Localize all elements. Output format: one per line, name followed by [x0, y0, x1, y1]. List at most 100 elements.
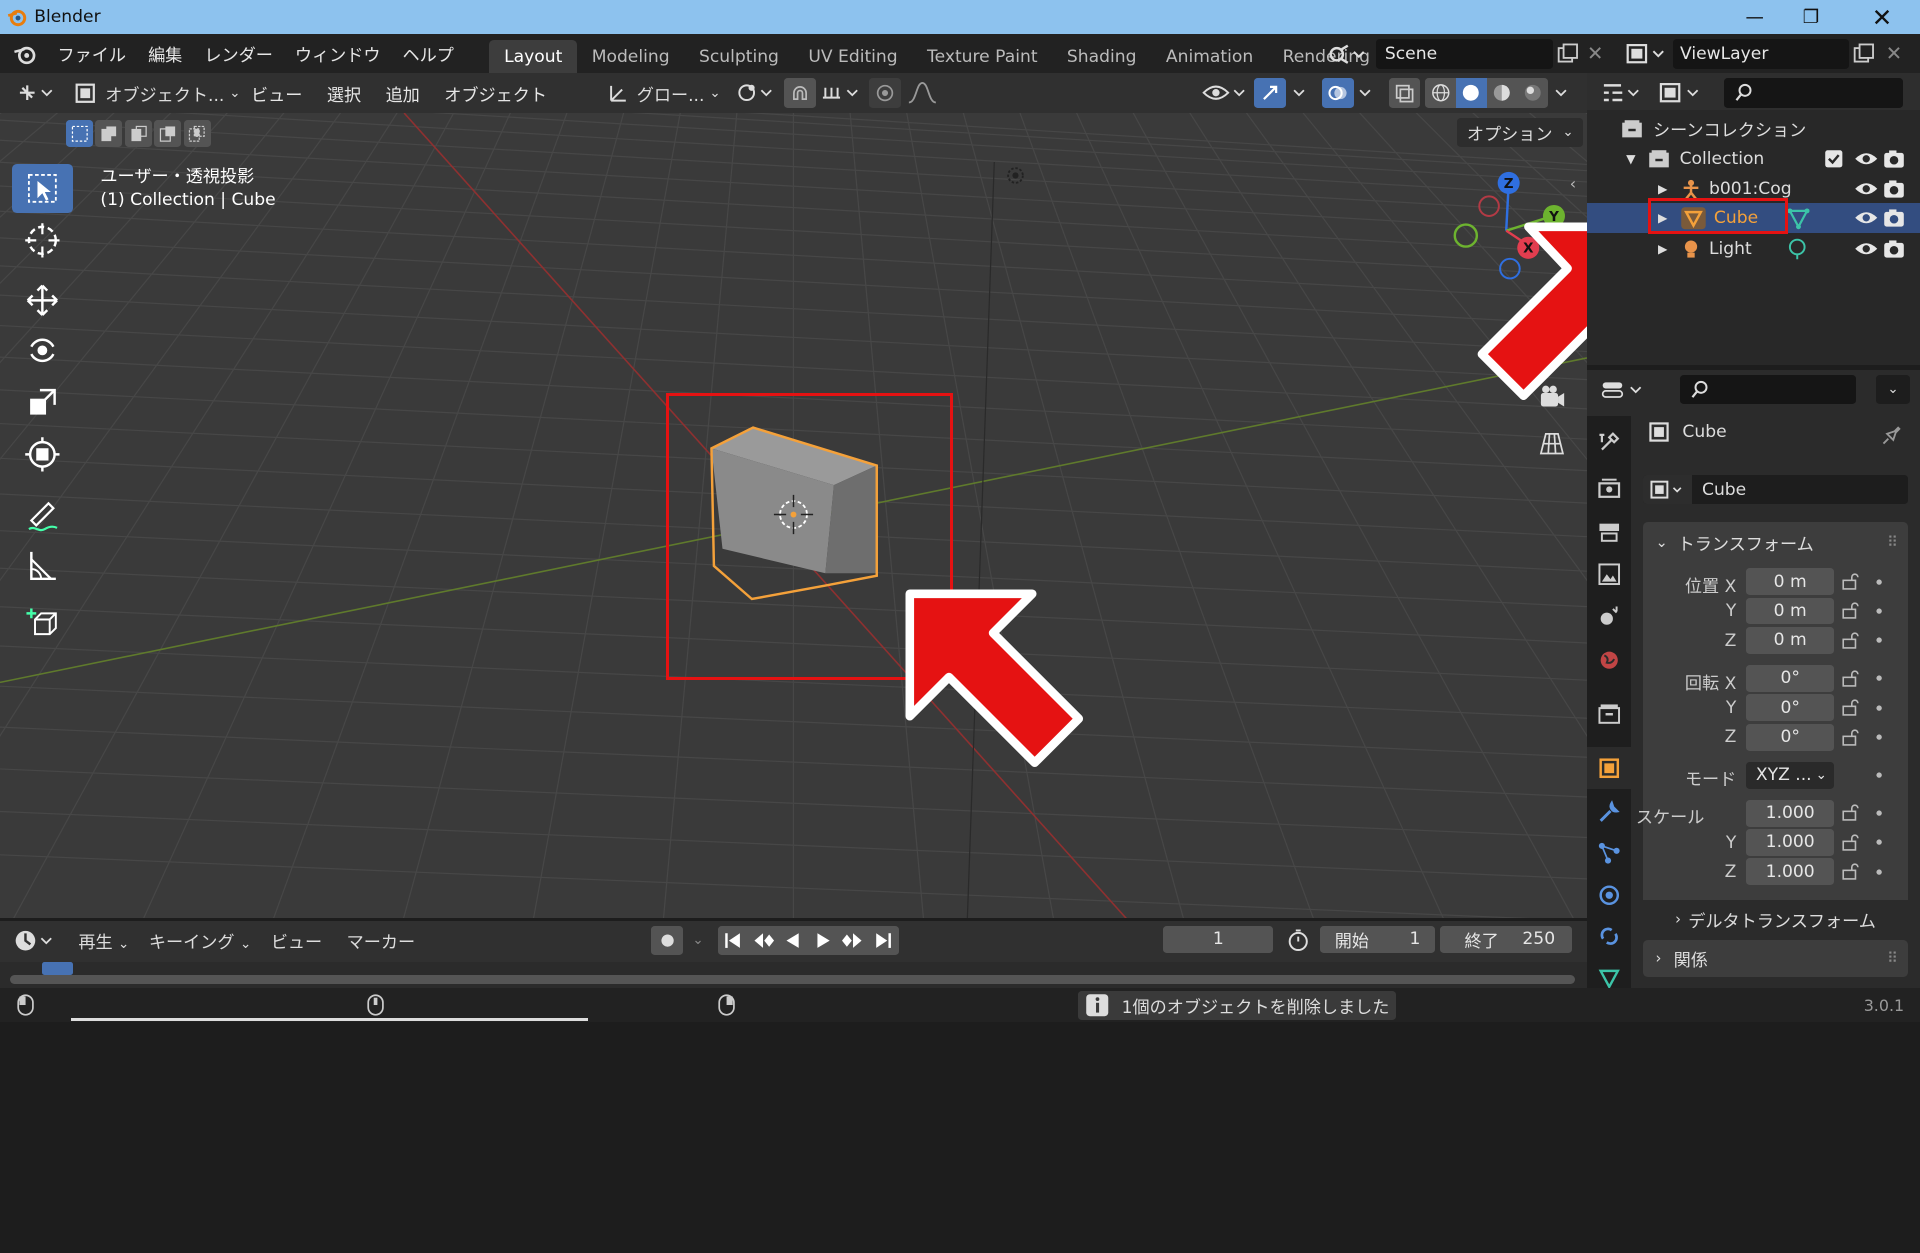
new-scene-icon[interactable]: [1555, 42, 1582, 66]
checkbox-icon[interactable]: [1824, 149, 1844, 169]
timeline-view-menu[interactable]: ビュー: [261, 928, 332, 953]
tool-settings-tab[interactable]: [1587, 421, 1631, 463]
scale-x-field[interactable]: 1.000: [1746, 799, 1835, 827]
eye-icon[interactable]: [1854, 239, 1878, 259]
maximize-button[interactable]: ❐: [1783, 0, 1839, 34]
select-intersect-icon[interactable]: [183, 119, 211, 147]
camera-icon[interactable]: [1883, 207, 1905, 229]
viewlayer-name-field[interactable]: ViewLayer: [1672, 39, 1849, 69]
unlock-icon[interactable]: [1842, 670, 1859, 687]
select-extend-icon[interactable]: [95, 119, 123, 147]
timeline-ruler[interactable]: [0, 962, 1587, 989]
start-frame-field[interactable]: 開始 1: [1320, 925, 1436, 953]
3d-viewport[interactable]: オプション ⌄ ユーザー・透視投影 (1) Collection | Cube …: [0, 112, 1587, 919]
options-dropdown[interactable]: オプション ⌄: [1457, 117, 1584, 147]
tab-texture-paint[interactable]: Texture Paint: [912, 40, 1052, 73]
status-report[interactable]: 1個のオブジェクトを削除しました: [1077, 990, 1396, 1020]
menu-file[interactable]: ファイル: [47, 41, 138, 66]
menu-help[interactable]: ヘルプ: [392, 41, 465, 66]
delete-scene-icon[interactable]: ✕: [1587, 42, 1603, 65]
keyframe-dot-icon[interactable]: [1873, 605, 1885, 617]
playback-menu[interactable]: 再生 ⌄: [69, 928, 140, 953]
play-icon[interactable]: [808, 926, 838, 955]
light-data-icon[interactable]: [1785, 236, 1809, 260]
scene-name-field[interactable]: Scene: [1376, 39, 1553, 69]
menu-view[interactable]: ビュー: [239, 81, 315, 106]
play-reverse-icon[interactable]: [778, 926, 808, 955]
scale-tool[interactable]: [12, 378, 73, 427]
camera-icon[interactable]: [1883, 238, 1905, 260]
menu-render[interactable]: レンダー: [193, 41, 284, 66]
pivot-point-button[interactable]: [732, 78, 776, 107]
scale-y-field[interactable]: 1.000: [1746, 828, 1835, 856]
current-frame-field[interactable]: 1: [1163, 925, 1274, 953]
expand-arrow-icon[interactable]: ▶: [1658, 182, 1667, 196]
properties-editor-type[interactable]: [1599, 375, 1648, 404]
viewlayer-selector-button[interactable]: [1624, 39, 1668, 68]
scene-collection-row[interactable]: シーンコレクション: [1587, 114, 1920, 143]
outliner-search-input[interactable]: [1724, 78, 1903, 108]
timeline-scrollbar[interactable]: [9, 974, 1575, 985]
material-shading-icon[interactable]: [1487, 78, 1518, 107]
properties-search-input[interactable]: [1679, 374, 1857, 405]
select-box-tool[interactable]: [12, 164, 74, 214]
measure-tool[interactable]: [12, 541, 73, 590]
editor-type-button[interactable]: [15, 78, 59, 107]
keyframe-dot-icon[interactable]: [1873, 702, 1885, 714]
relations-panel-header[interactable]: › 関係 ⠿: [1643, 940, 1908, 978]
rotation-z-field[interactable]: 0°: [1746, 723, 1835, 751]
tab-sculpting[interactable]: Sculpting: [684, 40, 793, 73]
shading-dropdown[interactable]: [1550, 78, 1574, 107]
keyframe-dot-icon[interactable]: [1873, 672, 1885, 684]
prev-keyframe-icon[interactable]: [748, 926, 778, 955]
cursor-tool[interactable]: [12, 215, 73, 264]
keyframe-dot-icon[interactable]: [1873, 836, 1885, 848]
unlock-icon[interactable]: [1842, 632, 1859, 649]
menu-object[interactable]: オブジェクト: [432, 81, 559, 106]
rotation-x-field[interactable]: 0°: [1746, 664, 1835, 692]
visibility-dropdown[interactable]: [1200, 78, 1249, 107]
jump-start-icon[interactable]: [718, 926, 748, 955]
transform-tool[interactable]: [12, 430, 73, 479]
tab-modeling[interactable]: Modeling: [577, 40, 684, 73]
marker-menu[interactable]: マーカー: [332, 928, 430, 953]
render-tab[interactable]: [1587, 468, 1631, 510]
drag-handle-icon[interactable]: ⠿: [1887, 950, 1898, 967]
chevron-down-icon[interactable]: ⌄: [686, 926, 710, 955]
keyframe-dot-icon[interactable]: [1873, 769, 1885, 781]
location-z-field[interactable]: 0 m: [1746, 626, 1835, 654]
camera-icon[interactable]: [1883, 148, 1905, 170]
eye-icon[interactable]: [1854, 208, 1878, 228]
delta-transform-header[interactable]: › デルタトランスフォーム: [1643, 904, 1907, 936]
select-new-icon[interactable]: [66, 119, 94, 147]
annotate-tool[interactable]: [12, 490, 73, 539]
particles-tab[interactable]: [1587, 833, 1631, 875]
expand-arrow-icon[interactable]: ▶: [1658, 242, 1667, 256]
overlays-dropdown[interactable]: [1354, 78, 1378, 107]
scene-tab[interactable]: [1587, 595, 1631, 637]
blender-menu-icon[interactable]: [12, 42, 39, 66]
modifiers-tab[interactable]: [1587, 791, 1631, 833]
unlock-icon[interactable]: [1842, 699, 1859, 716]
menu-window[interactable]: ウィンドウ: [284, 41, 392, 66]
drag-handle-icon[interactable]: ⠿: [1887, 534, 1898, 551]
location-y-field[interactable]: 0 m: [1746, 597, 1835, 625]
collapse-arrow-icon[interactable]: ▼: [1626, 152, 1635, 166]
tab-shading[interactable]: Shading: [1052, 40, 1151, 73]
select-invert-icon[interactable]: [154, 119, 182, 147]
sidebar-toggle-icon[interactable]: ‹: [1570, 174, 1576, 193]
menu-add[interactable]: 追加: [373, 81, 432, 106]
rotation-mode-dropdown[interactable]: XYZ ... ⌄: [1746, 761, 1835, 789]
keyframe-dot-icon[interactable]: [1873, 866, 1885, 878]
keyframe-dot-icon[interactable]: [1873, 634, 1885, 646]
keyframe-dot-icon[interactable]: [1873, 731, 1885, 743]
delete-viewlayer-icon[interactable]: ✕: [1886, 42, 1902, 65]
move-tool[interactable]: [12, 275, 73, 324]
unlock-icon[interactable]: [1842, 729, 1859, 746]
camera-icon[interactable]: [1883, 178, 1905, 200]
pin-icon[interactable]: [1881, 424, 1903, 446]
object-tab[interactable]: [1586, 746, 1632, 789]
rotation-y-field[interactable]: 0°: [1746, 694, 1835, 722]
physics-tab[interactable]: [1587, 874, 1631, 916]
wireframe-shading-icon[interactable]: [1425, 78, 1456, 107]
